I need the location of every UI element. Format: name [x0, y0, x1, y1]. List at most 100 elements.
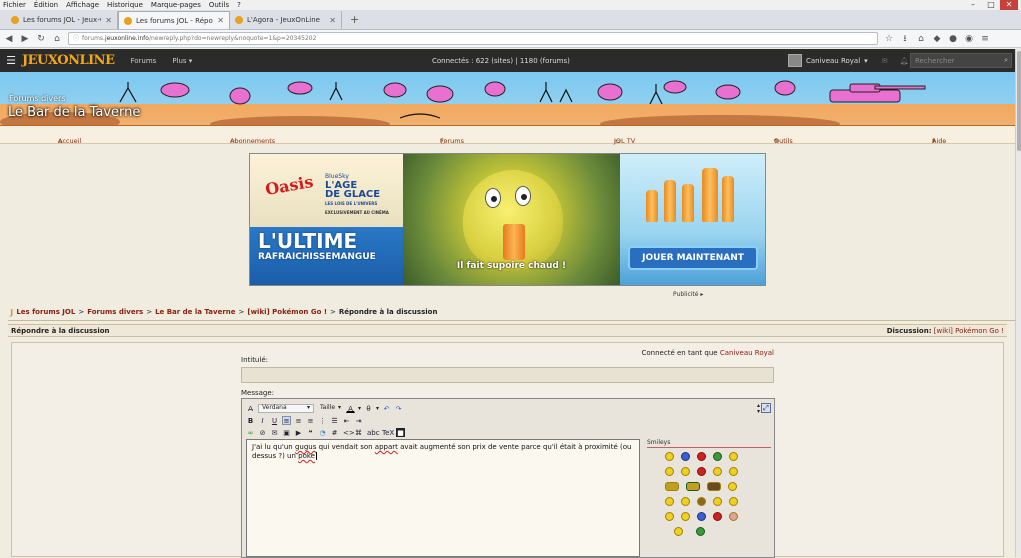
toggle-mode-icon[interactable]: ⤢ — [761, 403, 771, 413]
smiley-icon[interactable] — [728, 497, 738, 506]
menu-historique[interactable]: Historique — [107, 0, 143, 10]
tab-agora[interactable]: L'Agora - JeuxOnLine ✕ — [230, 11, 342, 29]
maximize-button[interactable]: □ — [982, 0, 1000, 10]
indent-icon[interactable]: ⇥ — [354, 416, 363, 425]
redo-icon[interactable]: ↷ — [394, 404, 403, 413]
smiley-icon[interactable] — [664, 497, 674, 506]
nav-plus[interactable]: Plus ▾ — [172, 57, 192, 65]
breadcrumb-bar-taverne[interactable]: Le Bar de la Taverne — [155, 308, 235, 316]
scrollbar-thumb[interactable] — [1017, 51, 1021, 151]
outdent-icon[interactable]: ⇤ — [342, 416, 351, 425]
download-icon[interactable]: ⭳ — [900, 34, 910, 44]
smiley-icon[interactable] — [664, 467, 674, 476]
menu-help[interactable]: ? — [237, 0, 241, 10]
smiley-icon[interactable] — [664, 452, 674, 461]
email-icon[interactable]: ✉ — [270, 428, 279, 437]
tex-icon[interactable]: TeX — [381, 428, 394, 437]
underline-icon[interactable]: U — [270, 416, 279, 425]
discussion-link[interactable]: [wiki] Pokémon Go ! — [934, 327, 1004, 335]
breadcrumb-forums-divers[interactable]: Forums divers — [87, 308, 143, 316]
jol-logo[interactable]: JEUXONLINE — [22, 53, 115, 68]
smiley-icon[interactable] — [665, 482, 679, 491]
font-select[interactable]: Verdana ▾ — [258, 403, 314, 413]
menu-affichage[interactable]: Affichage — [66, 0, 99, 10]
addon-icon[interactable]: ◉ — [964, 34, 974, 44]
menu-fichier[interactable]: Fichier — [3, 0, 26, 10]
back-icon[interactable]: ◀ — [4, 34, 14, 44]
smiley-icon[interactable] — [728, 452, 738, 461]
image-icon[interactable]: ▣ — [282, 428, 291, 437]
close-tab-icon[interactable]: ✕ — [105, 16, 112, 25]
spoiler-icon[interactable]: ◔ — [318, 428, 327, 437]
align-left-icon[interactable]: ≡ — [282, 415, 291, 425]
code-icon[interactable]: <> — [342, 428, 355, 437]
font-size-icon[interactable]: θ — [364, 404, 373, 413]
smiley-icon[interactable] — [680, 467, 690, 476]
smiley-icon[interactable] — [696, 512, 706, 521]
smiley-icon[interactable] — [696, 497, 706, 506]
star-icon[interactable]: ☆ — [884, 34, 894, 44]
menu-outils[interactable]: Outils — [209, 0, 229, 10]
menu-edition[interactable]: Édition — [34, 0, 58, 10]
quote-icon[interactable]: ❝ — [306, 428, 315, 437]
text-color-icon[interactable]: A — [346, 404, 355, 413]
page-scrollbar[interactable] — [1015, 49, 1021, 557]
search-icon[interactable]: ⌕ — [1004, 56, 1008, 65]
close-tab-icon[interactable]: ✕ — [329, 16, 336, 25]
user-menu[interactable]: Caniveau Royal ▾ ✉ 🔔︎ — [788, 54, 908, 67]
resize-arrows-icon[interactable]: ▴ ▾ — [757, 403, 760, 415]
smiley-icon[interactable] — [680, 512, 690, 521]
pocket-icon[interactable]: ◆ — [932, 34, 942, 44]
breadcrumb-thread[interactable]: [wiki] Pokémon Go ! — [247, 308, 327, 316]
unordered-list-icon[interactable]: ☰ — [330, 416, 339, 425]
align-right-icon[interactable]: ≡ — [306, 416, 315, 425]
home-icon[interactable]: ⌂ — [52, 34, 62, 44]
forum-title[interactable]: Le Bar de la Taverne — [8, 105, 140, 120]
smiley-icon[interactable] — [712, 512, 722, 521]
smiley-icon[interactable] — [680, 497, 690, 506]
clear-format-icon[interactable]: A̶ — [246, 404, 255, 413]
title-input[interactable] — [241, 367, 774, 383]
nav-forums[interactable]: Forums — [130, 57, 156, 65]
size-select[interactable]: Taille ▾ — [317, 404, 343, 413]
home-icon[interactable]: ⌂ — [916, 34, 926, 44]
bell-icon[interactable]: 🔔︎ — [900, 57, 909, 65]
italic-icon[interactable]: I — [258, 416, 267, 425]
close-window-button[interactable]: ✕ — [1000, 0, 1018, 10]
smiley-icon[interactable] — [712, 467, 722, 476]
menu-icon[interactable]: ≡ — [980, 34, 990, 44]
new-tab-button[interactable]: + — [342, 11, 367, 29]
unlink-icon[interactable]: ⊘ — [258, 428, 267, 437]
tab-forums-jol[interactable]: Les forums JOL - Jeux-vidé... ✕ — [6, 11, 118, 29]
minimize-button[interactable]: – — [964, 0, 982, 10]
video-icon[interactable]: ▶ — [294, 428, 303, 437]
hash-icon[interactable]: # — [330, 428, 339, 437]
smiley-icon[interactable] — [696, 467, 706, 476]
align-center-icon[interactable]: ≡ — [294, 416, 303, 425]
chat-icon[interactable]: ● — [948, 34, 958, 44]
smiley-icon[interactable] — [728, 512, 738, 521]
breadcrumb-root[interactable]: Les forums JOL — [16, 308, 75, 316]
ordered-list-icon[interactable]: ⋮ — [318, 416, 327, 425]
forward-icon[interactable]: ▶ — [20, 34, 30, 44]
php-icon[interactable]: ⌘ — [354, 428, 363, 437]
smiley-icon[interactable] — [674, 527, 683, 536]
forum-category[interactable]: Forums divers — [9, 94, 66, 103]
connected-user-link[interactable]: Caniveau Royal — [720, 349, 774, 357]
close-tab-icon[interactable]: ✕ — [217, 16, 224, 25]
smiley-icon[interactable] — [712, 452, 722, 461]
advertisement-banner[interactable]: Oasis BlueSky L'AGE DE GLACE LES LOIS DE… — [249, 153, 766, 286]
strike-icon[interactable]: abc — [366, 428, 380, 437]
smiley-icon[interactable] — [680, 452, 690, 461]
smiley-icon[interactable] — [664, 512, 674, 521]
link-icon[interactable]: ∞ — [246, 428, 255, 437]
smiley-icon[interactable] — [728, 467, 738, 476]
smiley-icon[interactable] — [686, 482, 700, 491]
hamburger-icon[interactable]: ☰ — [0, 54, 22, 67]
media-icon[interactable]: ■ — [396, 427, 405, 437]
message-textarea[interactable]: J'ai lu qu'un gugus qui vendait son appa… — [246, 439, 640, 557]
url-bar[interactable]: ⓘ forums.jeuxonline.info/newreply.php?do… — [68, 32, 878, 45]
mail-icon[interactable]: ✉ — [882, 57, 888, 65]
tab-repondre[interactable]: Les forums JOL - Répondre... ✕ — [118, 11, 230, 29]
bold-icon[interactable]: B — [246, 416, 255, 425]
